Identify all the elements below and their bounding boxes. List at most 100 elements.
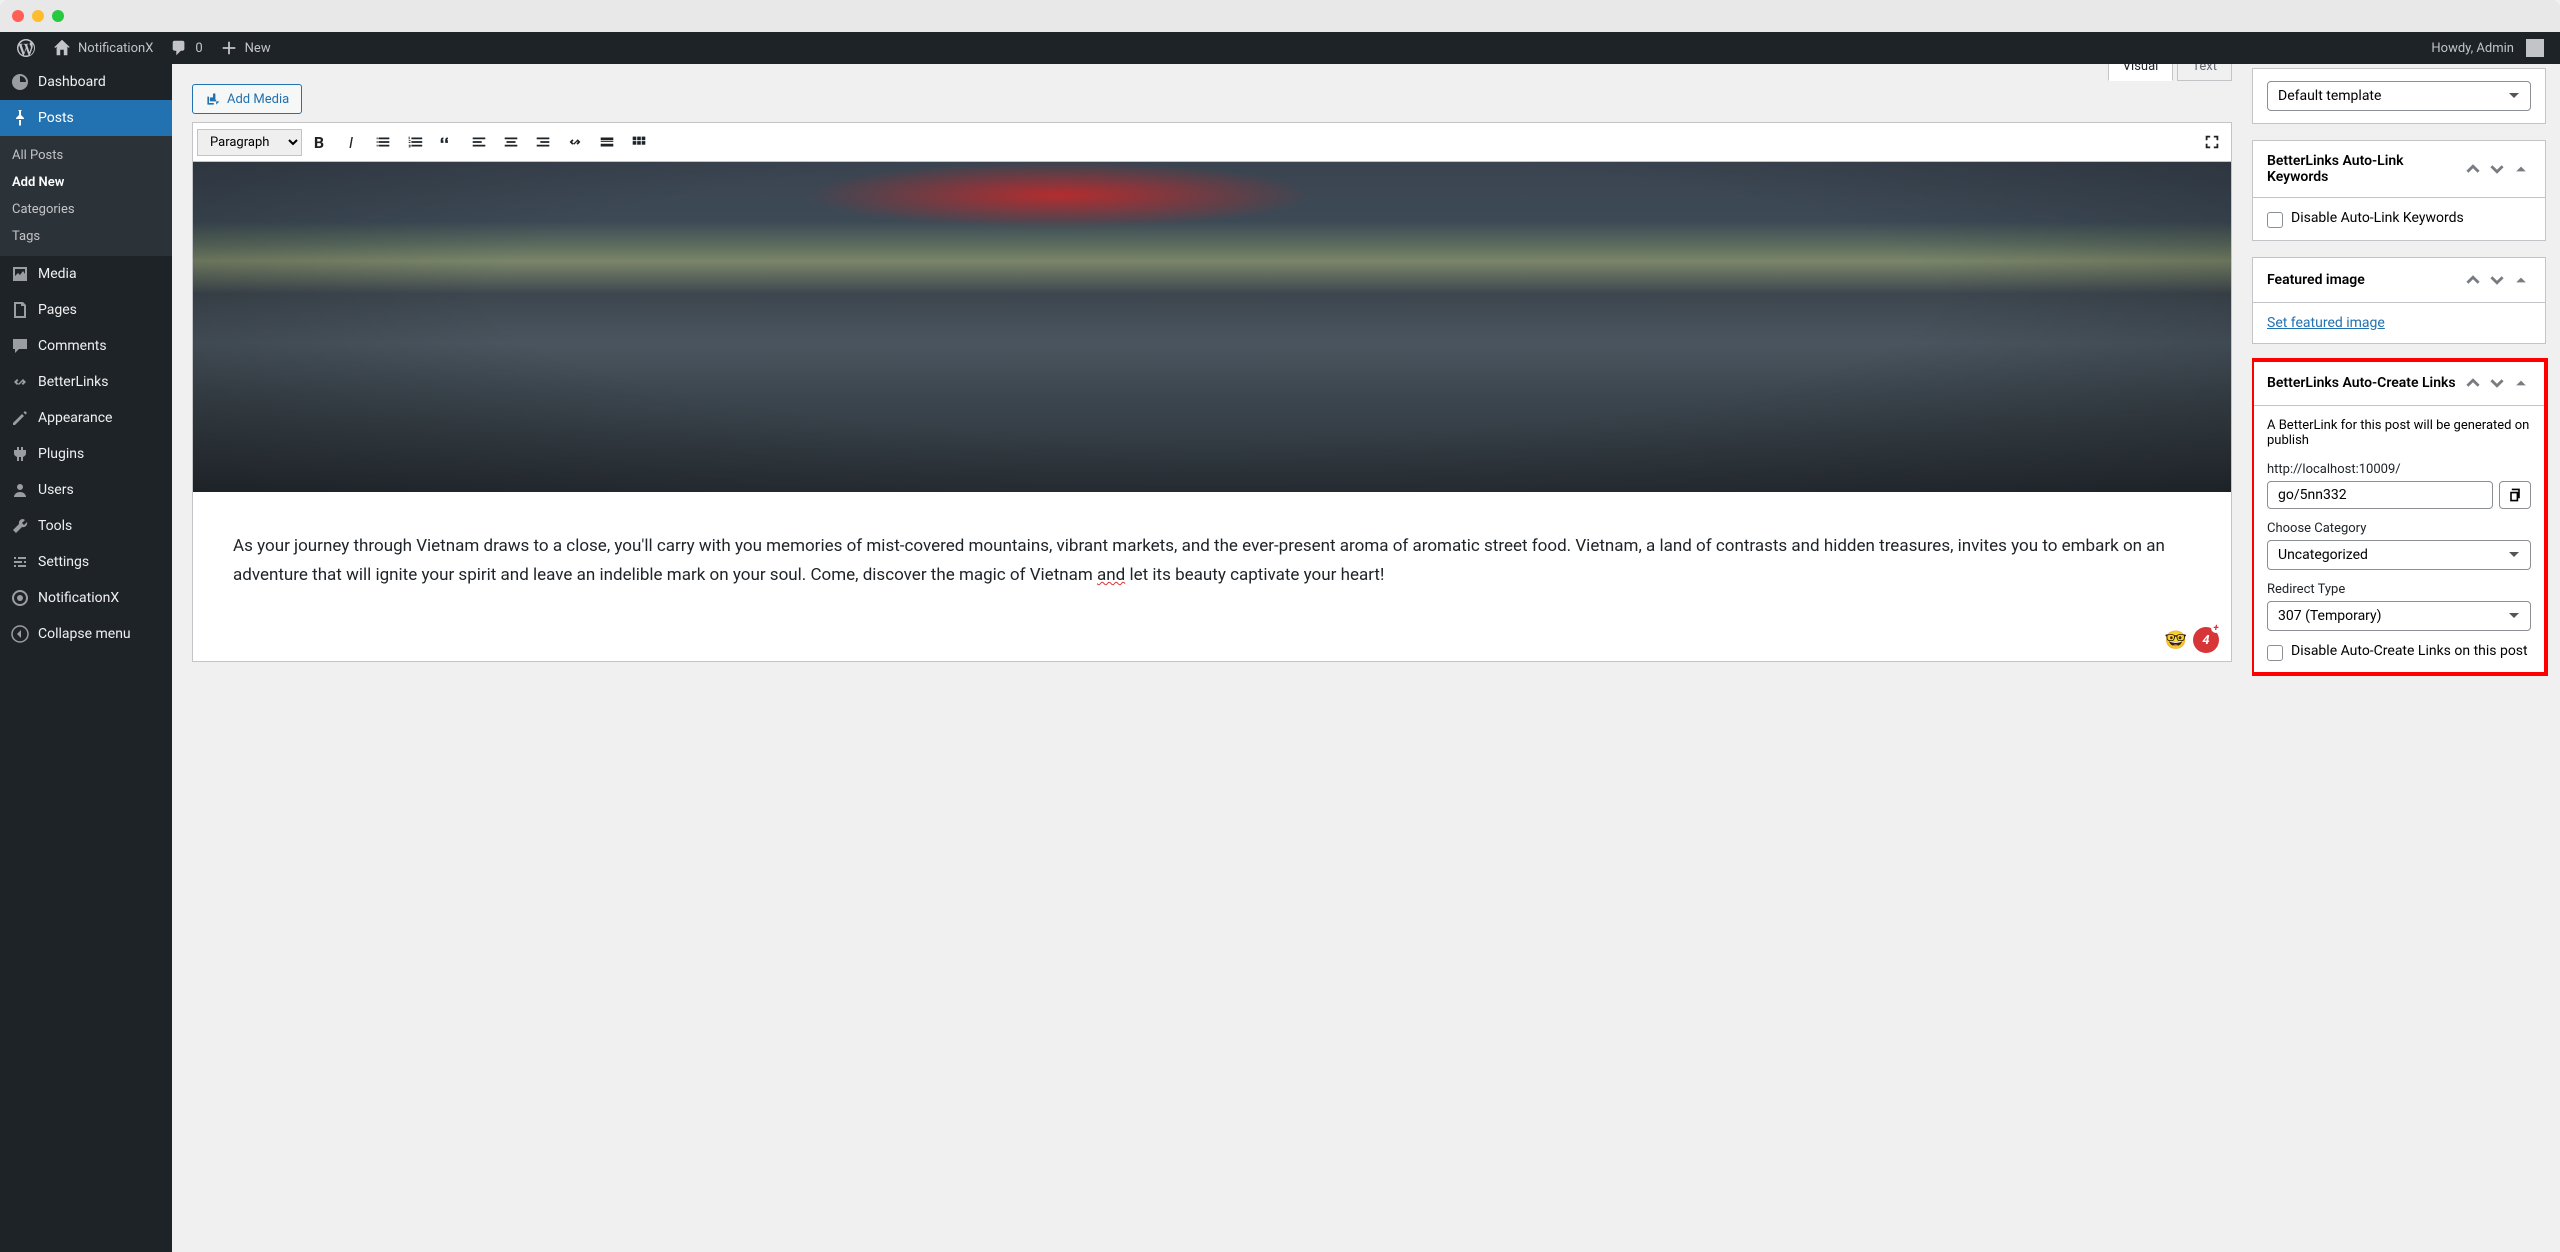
page-icon [10,300,30,320]
sidebar-item-posts[interactable]: Posts [0,100,172,136]
comment-icon [10,336,30,356]
browser-titlebar [0,0,2560,32]
category-select[interactable]: Uncategorized [2267,540,2531,570]
wordpress-icon [16,38,36,58]
move-down-icon[interactable] [2487,373,2507,393]
sidebar-item-notificationx[interactable]: NotificationX [0,580,172,616]
comments-count: 0 [195,41,202,56]
insert-more-button[interactable] [592,127,622,157]
base-url-label: http://localhost:10009/ [2267,462,2531,477]
auto-create-links-metabox: BetterLinks Auto-Create Links A BetterLi… [2252,360,2546,674]
add-media-button[interactable]: Add Media [192,84,302,114]
numbered-list-button[interactable] [400,127,430,157]
italic-button[interactable]: I [336,127,366,157]
comments-menu[interactable]: 0 [161,32,210,64]
bullet-list-button[interactable] [368,127,398,157]
notification-count-badge[interactable]: 4 [2193,627,2219,653]
sidebar-item-label: Pages [38,302,77,318]
bold-button[interactable]: B [304,127,334,157]
toggle-icon[interactable] [2511,373,2531,393]
toolbar-toggle-button[interactable] [624,127,654,157]
home-icon [52,38,72,58]
editor-content[interactable]: As your journey through Vietnam draws to… [192,162,2232,662]
window-maximize-button[interactable] [52,10,64,22]
checkbox-icon[interactable] [2267,645,2283,661]
sidebar-subitem-categories[interactable]: Categories [0,196,172,223]
sidebar-item-settings[interactable]: Settings [0,544,172,580]
site-name-menu[interactable]: NotificationX [44,32,161,64]
appearance-icon [10,408,30,428]
admin-sidebar: Dashboard Posts All PostsAdd NewCategories… [0,64,172,1252]
align-right-button[interactable] [528,127,558,157]
link-button[interactable] [560,127,590,157]
sidebar-item-label: Users [38,482,74,498]
slug-input[interactable] [2267,481,2493,509]
move-down-icon[interactable] [2487,159,2507,179]
sidebar-subitem-tags[interactable]: Tags [0,223,172,250]
disable-keywords-checkbox-row[interactable]: Disable Auto-Link Keywords [2267,210,2531,228]
align-left-button[interactable] [464,127,494,157]
pin-icon [10,108,30,128]
category-label: Choose Category [2267,521,2531,536]
move-up-icon[interactable] [2463,373,2483,393]
sidebar-item-comments[interactable]: Comments [0,328,172,364]
autocreate-description: A BetterLink for this post will be gener… [2267,418,2531,448]
add-media-label: Add Media [227,92,289,107]
sidebar-item-plugins[interactable]: Plugins [0,436,172,472]
metabox-title: Featured image [2267,272,2463,288]
sidebar-item-label: Plugins [38,446,84,462]
emoji-nerd-face-icon[interactable]: 🤓 [2163,627,2189,653]
toggle-icon[interactable] [2511,159,2531,179]
howdy-label: Howdy, Admin [2431,41,2514,56]
move-down-icon[interactable] [2487,270,2507,290]
media-icon [10,264,30,284]
checkbox-icon[interactable] [2267,212,2283,228]
sidebar-item-betterlinks[interactable]: BetterLinks [0,364,172,400]
tab-text[interactable]: Text [2177,64,2232,81]
wp-logo-menu[interactable] [8,32,44,64]
sidebar-item-label: Media [38,266,77,282]
sidebar-subitem-add-new[interactable]: Add New [0,169,172,196]
sidebar-item-dashboard[interactable]: Dashboard [0,64,172,100]
template-metabox: Default template [2252,68,2546,124]
move-up-icon[interactable] [2463,159,2483,179]
window-minimize-button[interactable] [32,10,44,22]
copy-icon [2507,487,2523,503]
disable-autocreate-checkbox-row[interactable]: Disable Auto-Create Links on this post [2267,643,2531,661]
sidebar-item-users[interactable]: Users [0,472,172,508]
sidebar-item-collapse-menu[interactable]: Collapse menu [0,616,172,652]
sidebar-item-pages[interactable]: Pages [0,292,172,328]
fullscreen-button[interactable] [2197,127,2227,157]
sidebar-item-label: Comments [38,338,107,354]
sidebar-item-appearance[interactable]: Appearance [0,400,172,436]
auto-link-keywords-metabox: BetterLinks Auto-Link Keywords Disable A… [2252,140,2546,241]
format-select[interactable]: Paragraph [197,129,302,156]
new-content-menu[interactable]: New [211,32,279,64]
dashboard-icon [10,72,30,92]
comment-icon [169,38,189,58]
copy-button[interactable] [2499,481,2531,509]
tab-visual[interactable]: Visual [2108,64,2174,81]
metabox-title: BetterLinks Auto-Link Keywords [2267,153,2463,185]
post-body-text[interactable]: As your journey through Vietnam draws to… [193,492,2231,590]
window-close-button[interactable] [12,10,24,22]
account-menu[interactable]: Howdy, Admin [2423,32,2552,64]
sidebar-item-media[interactable]: Media [0,256,172,292]
redirect-label: Redirect Type [2267,582,2531,597]
move-up-icon[interactable] [2463,270,2483,290]
featured-image-in-content[interactable] [193,162,2231,492]
align-center-button[interactable] [496,127,526,157]
toggle-icon[interactable] [2511,270,2531,290]
new-label: New [245,41,271,56]
blockquote-button[interactable] [432,127,462,157]
sidebar-item-tools[interactable]: Tools [0,508,172,544]
redirect-select[interactable]: 307 (Temporary) [2267,601,2531,631]
tool-icon [10,516,30,536]
set-featured-image-link[interactable]: Set featured image [2267,315,2385,331]
sidebar-item-label: Dashboard [38,74,106,90]
notificationx-icon [10,588,30,608]
checkbox-label: Disable Auto-Link Keywords [2291,210,2464,226]
template-select[interactable]: Default template [2267,81,2531,111]
plus-icon [219,38,239,58]
sidebar-subitem-all-posts[interactable]: All Posts [0,142,172,169]
